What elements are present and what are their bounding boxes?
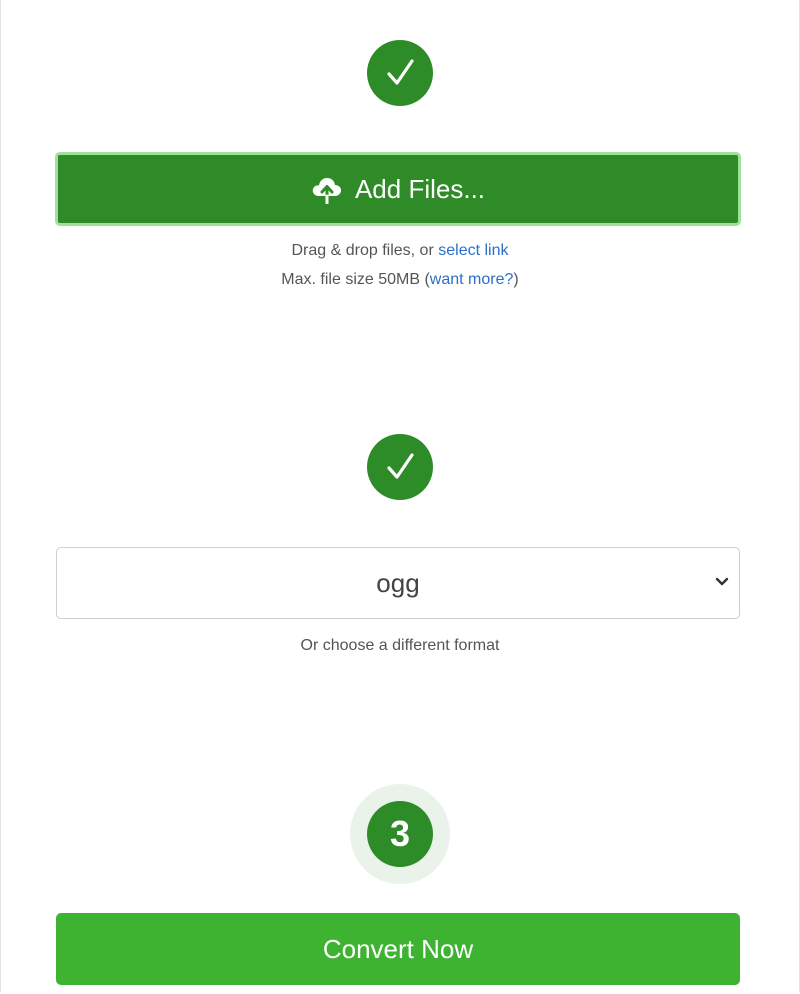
check-icon (367, 434, 433, 500)
step-3-indicator: 3 (350, 784, 450, 884)
cloud-upload-icon (311, 174, 343, 204)
convert-now-label: Convert Now (322, 933, 474, 964)
step-3-halo: 3 (350, 784, 450, 884)
step-2-indicator (367, 434, 433, 500)
select-link[interactable]: select link (438, 242, 508, 259)
max-size-hint: Max. file size 50MB (want more?) (0, 271, 800, 289)
drag-drop-hint: Drag & drop files, or select link (0, 242, 800, 260)
check-icon (367, 40, 433, 106)
chevron-down-icon (715, 574, 729, 592)
max-size-text: Max. file size 50MB ( (281, 271, 430, 288)
want-more-link[interactable]: want more? (430, 271, 514, 288)
drag-drop-text: Drag & drop files, or (291, 242, 439, 259)
convert-now-button[interactable]: Convert Now (56, 913, 740, 985)
add-files-label: Add Files... (354, 173, 486, 204)
step-3-number: 3 (367, 801, 433, 867)
add-files-button[interactable]: Add Files... (55, 152, 741, 226)
step-1-indicator (367, 40, 433, 106)
format-hint: Or choose a different format (300, 637, 500, 654)
max-size-close: ) (513, 271, 519, 288)
format-select-value: ogg (376, 567, 420, 598)
format-select[interactable]: ogg (56, 547, 740, 619)
